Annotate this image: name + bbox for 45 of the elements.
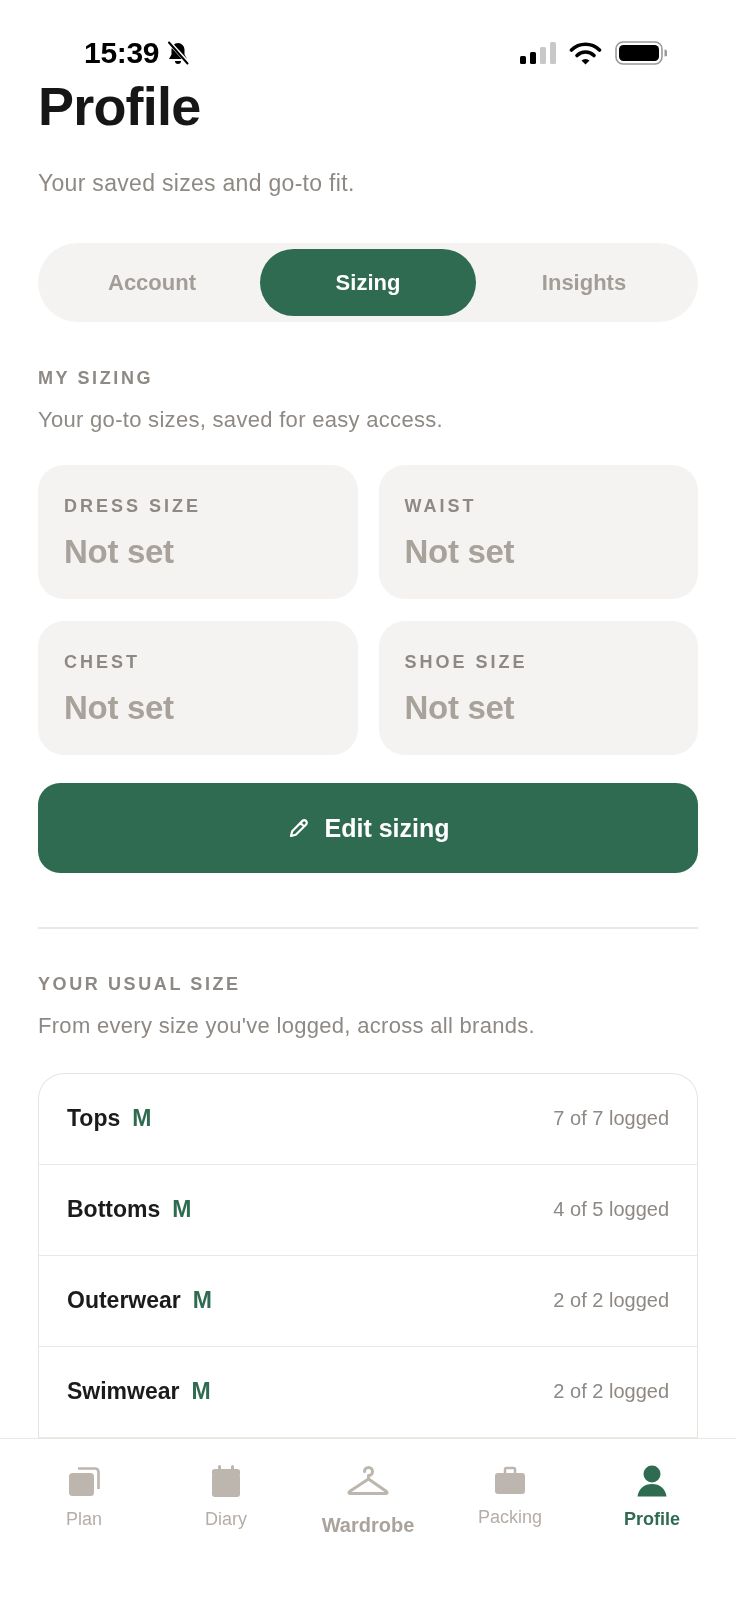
- category-name: Swimwear: [67, 1378, 180, 1405]
- section-heading: MY SIZING: [38, 367, 155, 389]
- nav-item[interactable]: Plan: [13, 1465, 155, 1530]
- nav-item[interactable]: Diary: [155, 1465, 297, 1530]
- section-description: Your go-to sizes, saved for easy access.: [38, 406, 444, 434]
- size-label: CHEST: [64, 651, 141, 673]
- tab[interactable]: Sizing: [260, 249, 476, 316]
- page-title: Profile: [38, 76, 202, 136]
- edit-sizing-button[interactable]: Edit sizing: [38, 783, 698, 873]
- logged-count: 2 of 2 logged: [553, 1289, 669, 1312]
- logged-count: 4 of 5 logged: [553, 1198, 669, 1221]
- size-value: Not set: [404, 689, 516, 727]
- size-label: SHOE SIZE: [404, 651, 529, 673]
- nav-item[interactable]: Packing: [439, 1465, 581, 1528]
- nav-item[interactable]: Profile: [581, 1465, 723, 1530]
- bell-slash-icon: [167, 41, 190, 65]
- usual-size: M: [172, 1196, 192, 1223]
- person-icon: [636, 1465, 668, 1497]
- page-subtitle: Your saved sizes and go-to fit.: [38, 169, 356, 197]
- tab[interactable]: Account: [44, 249, 260, 316]
- logged-count: 2 of 2 logged: [553, 1380, 669, 1403]
- usual-size: M: [191, 1378, 211, 1405]
- category-name: Tops: [67, 1105, 121, 1132]
- calendar-icon: [211, 1465, 241, 1497]
- category-name: Outerwear: [67, 1287, 181, 1314]
- status-time: 15:39: [84, 36, 160, 70]
- stacked-cards-icon: [68, 1465, 100, 1497]
- usual-size: M: [132, 1105, 152, 1132]
- usual-size: M: [192, 1287, 212, 1314]
- signal-icon: [520, 42, 556, 64]
- size-label: WAIST: [404, 495, 478, 517]
- section-description: From every size you've logged, across all brands.: [38, 1011, 536, 1040]
- briefcase-icon: [494, 1465, 526, 1495]
- hanger-icon: [346, 1465, 390, 1497]
- logged-count: 7 of 7 logged: [553, 1107, 669, 1130]
- size-value: Not set: [404, 533, 516, 571]
- section-heading: YOUR USUAL SIZE: [38, 972, 242, 995]
- size-value: Not set: [64, 689, 175, 727]
- size-value: Not set: [64, 533, 175, 571]
- category-name: Bottoms: [67, 1196, 161, 1223]
- wifi-icon: [569, 41, 602, 65]
- size-label: DRESS SIZE: [64, 495, 203, 517]
- battery-icon: [615, 41, 667, 65]
- nav-item[interactable]: Wardrobe: [297, 1465, 439, 1537]
- tab[interactable]: Insights: [476, 249, 692, 316]
